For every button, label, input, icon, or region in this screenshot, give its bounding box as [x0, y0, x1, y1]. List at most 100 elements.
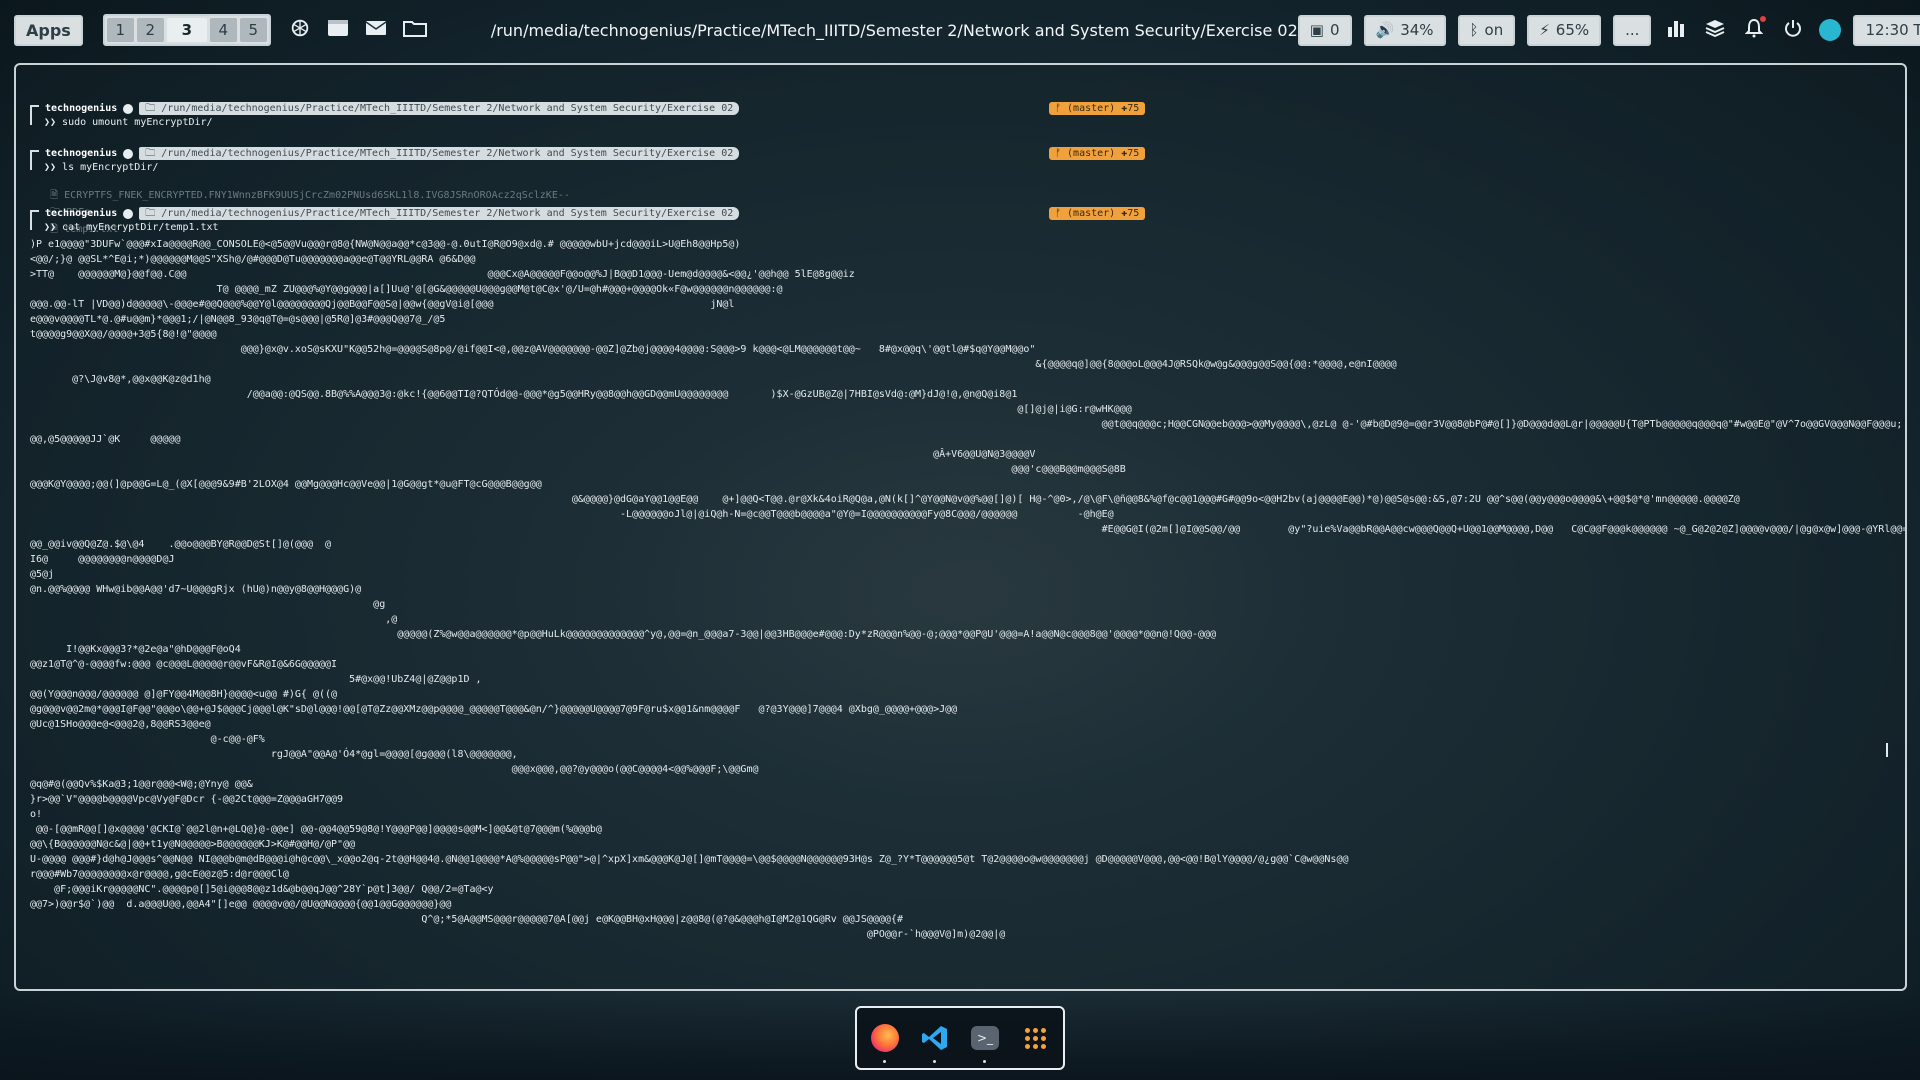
- output-line: @@@}@x@v.xoS@sKXU"K@@52h@=@@@@S@8p@/@if@…: [30, 344, 1036, 355]
- output-line: @@@'c@@@B@@m@@@S@8B: [30, 464, 1126, 475]
- github-icon: [123, 208, 134, 219]
- status-area: ▣ 0 🔊 34% ᛒ on ⚡ 65% ... 12:30 Thu: [1297, 14, 1920, 46]
- folder-icon[interactable]: [402, 18, 427, 43]
- terminal-launcher[interactable]: >_: [970, 1023, 1000, 1063]
- output-line: @PO@@r-`h@@@V@]m)@2@@|@: [30, 929, 1006, 940]
- terminal-window[interactable]: technogenius 🗀 /run/media/technogenius/P…: [14, 63, 1907, 991]
- prompt-block-1: technogenius 🗀 /run/media/technogenius/P…: [30, 101, 1900, 130]
- prompt-block-3: technogenius 🗀 /run/media/technogenius/P…: [30, 206, 1900, 235]
- output-line: @@(Y@@@n@@@/@@@@@@ @]@FY@@4M@@8H}@@@@<u@…: [30, 689, 338, 700]
- output-line: @@_@@iv@@Q@Z@.$@\@4 .@@o@@@BY@R@@D@St[]@…: [30, 539, 332, 550]
- prompt-chevron: ❯❯: [44, 117, 57, 128]
- output-line: @@7>)@@r$@`)@@ d.a@@@U@@,@@A4"[]e@@ @@@@…: [30, 899, 452, 910]
- output-line: )P e1@@@@"3DUFw`@@@#xIa@@@@R@@_CONSOLE@<…: [30, 239, 741, 250]
- output-line: @&@@@@}@dG@aY@@1@@E@@ @+]@@Q<T@@.@r@Xk&4…: [30, 494, 1740, 505]
- prompt-chevron: ❯❯: [44, 222, 57, 233]
- user-avatar[interactable]: [1819, 19, 1842, 41]
- git-status: ᚠ (master) ✚75: [1049, 102, 1146, 115]
- package-icon: ▣: [1309, 21, 1324, 39]
- output-line: #E@@G@I(@2m[]@I@@S@@/@@ @y"?uie%Va@@bR@@…: [30, 524, 1907, 535]
- output-line: rgJ@@A"@@A@'Ó4*@gl=@@@@[@g@@@(l8\@@@@@@@…: [30, 749, 518, 760]
- bluetooth-indicator[interactable]: ᛒ on: [1457, 14, 1516, 46]
- mail-icon[interactable]: [365, 19, 387, 42]
- output-line: @@,@5@@@@@JJ`@K @@@@@: [30, 434, 181, 445]
- workspace-1[interactable]: 1: [106, 18, 134, 42]
- output-line: @?\J@v8@*,@@x@@K@z@d1h@: [30, 374, 211, 385]
- overflow-button[interactable]: ...: [1613, 14, 1652, 46]
- output-line: @@@.@@-lT |VD@@)d@@@@@\-@@@e#@@Q@@@%@@Y@…: [30, 299, 735, 310]
- prompt-user: technogenius: [45, 103, 118, 114]
- prompt-block-2: technogenius 🗀 /run/media/technogenius/P…: [30, 146, 1900, 175]
- firefox-launcher[interactable]: [870, 1023, 900, 1063]
- dock: >_: [855, 1006, 1065, 1070]
- github-icon: [123, 103, 134, 114]
- prompt-chevron: ❯❯: [44, 162, 57, 173]
- prompt-bracket: [30, 210, 39, 230]
- clock[interactable]: 12:30 Thu: [1853, 14, 1920, 46]
- output-line: &{@@@@q@]@@{8@@@oL@@@4J@RSQk@w@g&@@@g@@S…: [30, 359, 1397, 370]
- window-icon[interactable]: [327, 18, 349, 43]
- notification-bell-icon[interactable]: [1745, 15, 1767, 43]
- notification-dot: [1760, 15, 1767, 22]
- prompt-path: 🗀 /run/media/technogenius/Practice/MTech…: [139, 147, 740, 160]
- running-indicator: [933, 1060, 936, 1063]
- bluetooth-icon: ᛒ: [1469, 21, 1479, 39]
- output-line: }r>@@`V"@@@@b@@@@Vpc@Vy@F@Dcr {-@@2Ct@@@…: [30, 794, 344, 805]
- output-line: /@@a@@:@QS@@.8B@%%A@@@3@:@kc!{@@6@@TI@?Q…: [30, 389, 1018, 400]
- output-line: @g@@@v@@2m@*@@@I@F@@"@@@o\@@+@J$@@@Cj@@@…: [30, 704, 958, 715]
- prompt-path: 🗀 /run/media/technogenius/Practice/MTech…: [139, 207, 740, 220]
- prompt-path: 🗀 /run/media/technogenius/Practice/MTech…: [139, 102, 740, 115]
- output-line: @n.@@%@@@@ WHw@ib@@A@@'d7~U@@@gRjx ⟨hU@)…: [30, 584, 362, 595]
- battery-indicator[interactable]: ⚡ 65%: [1527, 14, 1602, 46]
- ls-entry-encrypted: 🗎 ECRYPTFS_FNEK_ENCRYPTED.FNY1WnnzBFK9UU…: [50, 190, 570, 201]
- output-line: 5#@x@@!UbZ4@|@Z@@p1D ,: [30, 674, 482, 685]
- output-line: @@@x@@@,@@?@y@@@o(@@C@@@@4<@@%@@@F;\@@Gm…: [30, 764, 759, 775]
- workspace-4[interactable]: 4: [209, 18, 237, 42]
- prompt-bracket: [30, 150, 39, 170]
- running-indicator: [883, 1060, 886, 1063]
- text-cursor: [1886, 743, 1888, 757]
- power-icon[interactable]: [1783, 18, 1803, 43]
- output-line: -L@@@@@@oJl@|@iQ@h-N=@c@@T@@@b@@@@a"@Y@=…: [30, 509, 1114, 520]
- top-panel: Apps 1 2 3 4 5 /run/media/technogenius/P…: [0, 0, 1920, 60]
- output-line: I6@ @@@@@@@@n@@@@D@J: [30, 554, 175, 565]
- command-text: cat myEncryptDir/temp1.txt: [62, 222, 219, 233]
- volume-indicator[interactable]: 🔊 34%: [1363, 14, 1446, 46]
- output-line: @F;@@@iKr@@@@@NC".@@@@p@[]5@i@@@8@@z1d&@…: [30, 884, 494, 895]
- bar-chart-icon[interactable]: [1667, 18, 1685, 42]
- workspace-3[interactable]: 3: [166, 18, 207, 42]
- output-line: Q^@;*5@A@@MS@@@r@@@@@7@A[@@j e@K@@BH@xH@…: [30, 914, 903, 925]
- workspace-switcher: 1 2 3 4 5: [102, 14, 271, 46]
- app-grid-launcher[interactable]: [1020, 1023, 1050, 1053]
- git-status: ᚠ (master) ✚75: [1049, 147, 1146, 160]
- github-icon: [123, 148, 134, 159]
- app-grid-icon: [1024, 1027, 1046, 1049]
- output-line: @@z1@T@^@-@@@@fw:@@@ @c@@@L@@@@@r@@vF&R@…: [30, 659, 338, 670]
- output-line: @[]@j@|i@G:r@wHK@@@: [30, 404, 1132, 415]
- output-line: ,@: [30, 614, 398, 625]
- battery-charging-icon: ⚡: [1539, 21, 1550, 39]
- output-line: I!@@Kx@@@3?*@2e@a"@hD@@@F@oQ4: [30, 644, 241, 655]
- workspace-5[interactable]: 5: [239, 18, 267, 42]
- vscode-launcher[interactable]: [920, 1023, 950, 1063]
- volume-icon: 🔊: [1375, 21, 1395, 39]
- vscode-icon: [922, 1026, 947, 1050]
- output-line: @@t@@q@@@c;H@@CGN@@eb@@@>@@My@@@@\,@zL@ …: [30, 419, 1903, 430]
- package-updates[interactable]: ▣ 0: [1297, 14, 1352, 46]
- output-line: e@@@v@@@@TL*@.@#u@@m}*@@@1;/|@N@@8_93@q@…: [30, 314, 446, 325]
- prompt-bracket: [30, 105, 39, 125]
- output-line: @Uc@1SHo@@@e@<@@@2@,8@@RS3@@e@: [30, 719, 211, 730]
- output-line: @@-[@@mR@@[]@x@@@@'@CKI@`@@2l@n+@LQ@}@-@…: [30, 824, 602, 835]
- window-title: /run/media/technogenius/Practice/MTech_I…: [490, 20, 1298, 40]
- output-line: @g: [30, 599, 386, 610]
- output-line: @@@K@Y@@@@;@@(]@p@@G=L@_(@X[@@@9&9#B'2LO…: [30, 479, 542, 490]
- output-line: @@@@@(Z%@w@@a@@@@@@*@p@@HuLk@@@@@@@@@@@@…: [30, 629, 1217, 640]
- workspace-2[interactable]: 2: [136, 18, 164, 42]
- apps-button[interactable]: Apps: [14, 14, 83, 46]
- output-line: T@ @@@@_mZ ZU@@@%@Y@@g@@@|a[]Uu@'@[@G&@@…: [30, 284, 783, 295]
- openai-icon[interactable]: [289, 17, 311, 44]
- layers-icon[interactable]: [1705, 18, 1725, 42]
- output-line: @-c@@-@F%: [30, 734, 265, 745]
- output-line: <@@/;}@ @@SL*^E@i;*)@@@@@@M@@S"XSh@/@#@@…: [30, 254, 476, 265]
- quick-launch: [289, 17, 427, 44]
